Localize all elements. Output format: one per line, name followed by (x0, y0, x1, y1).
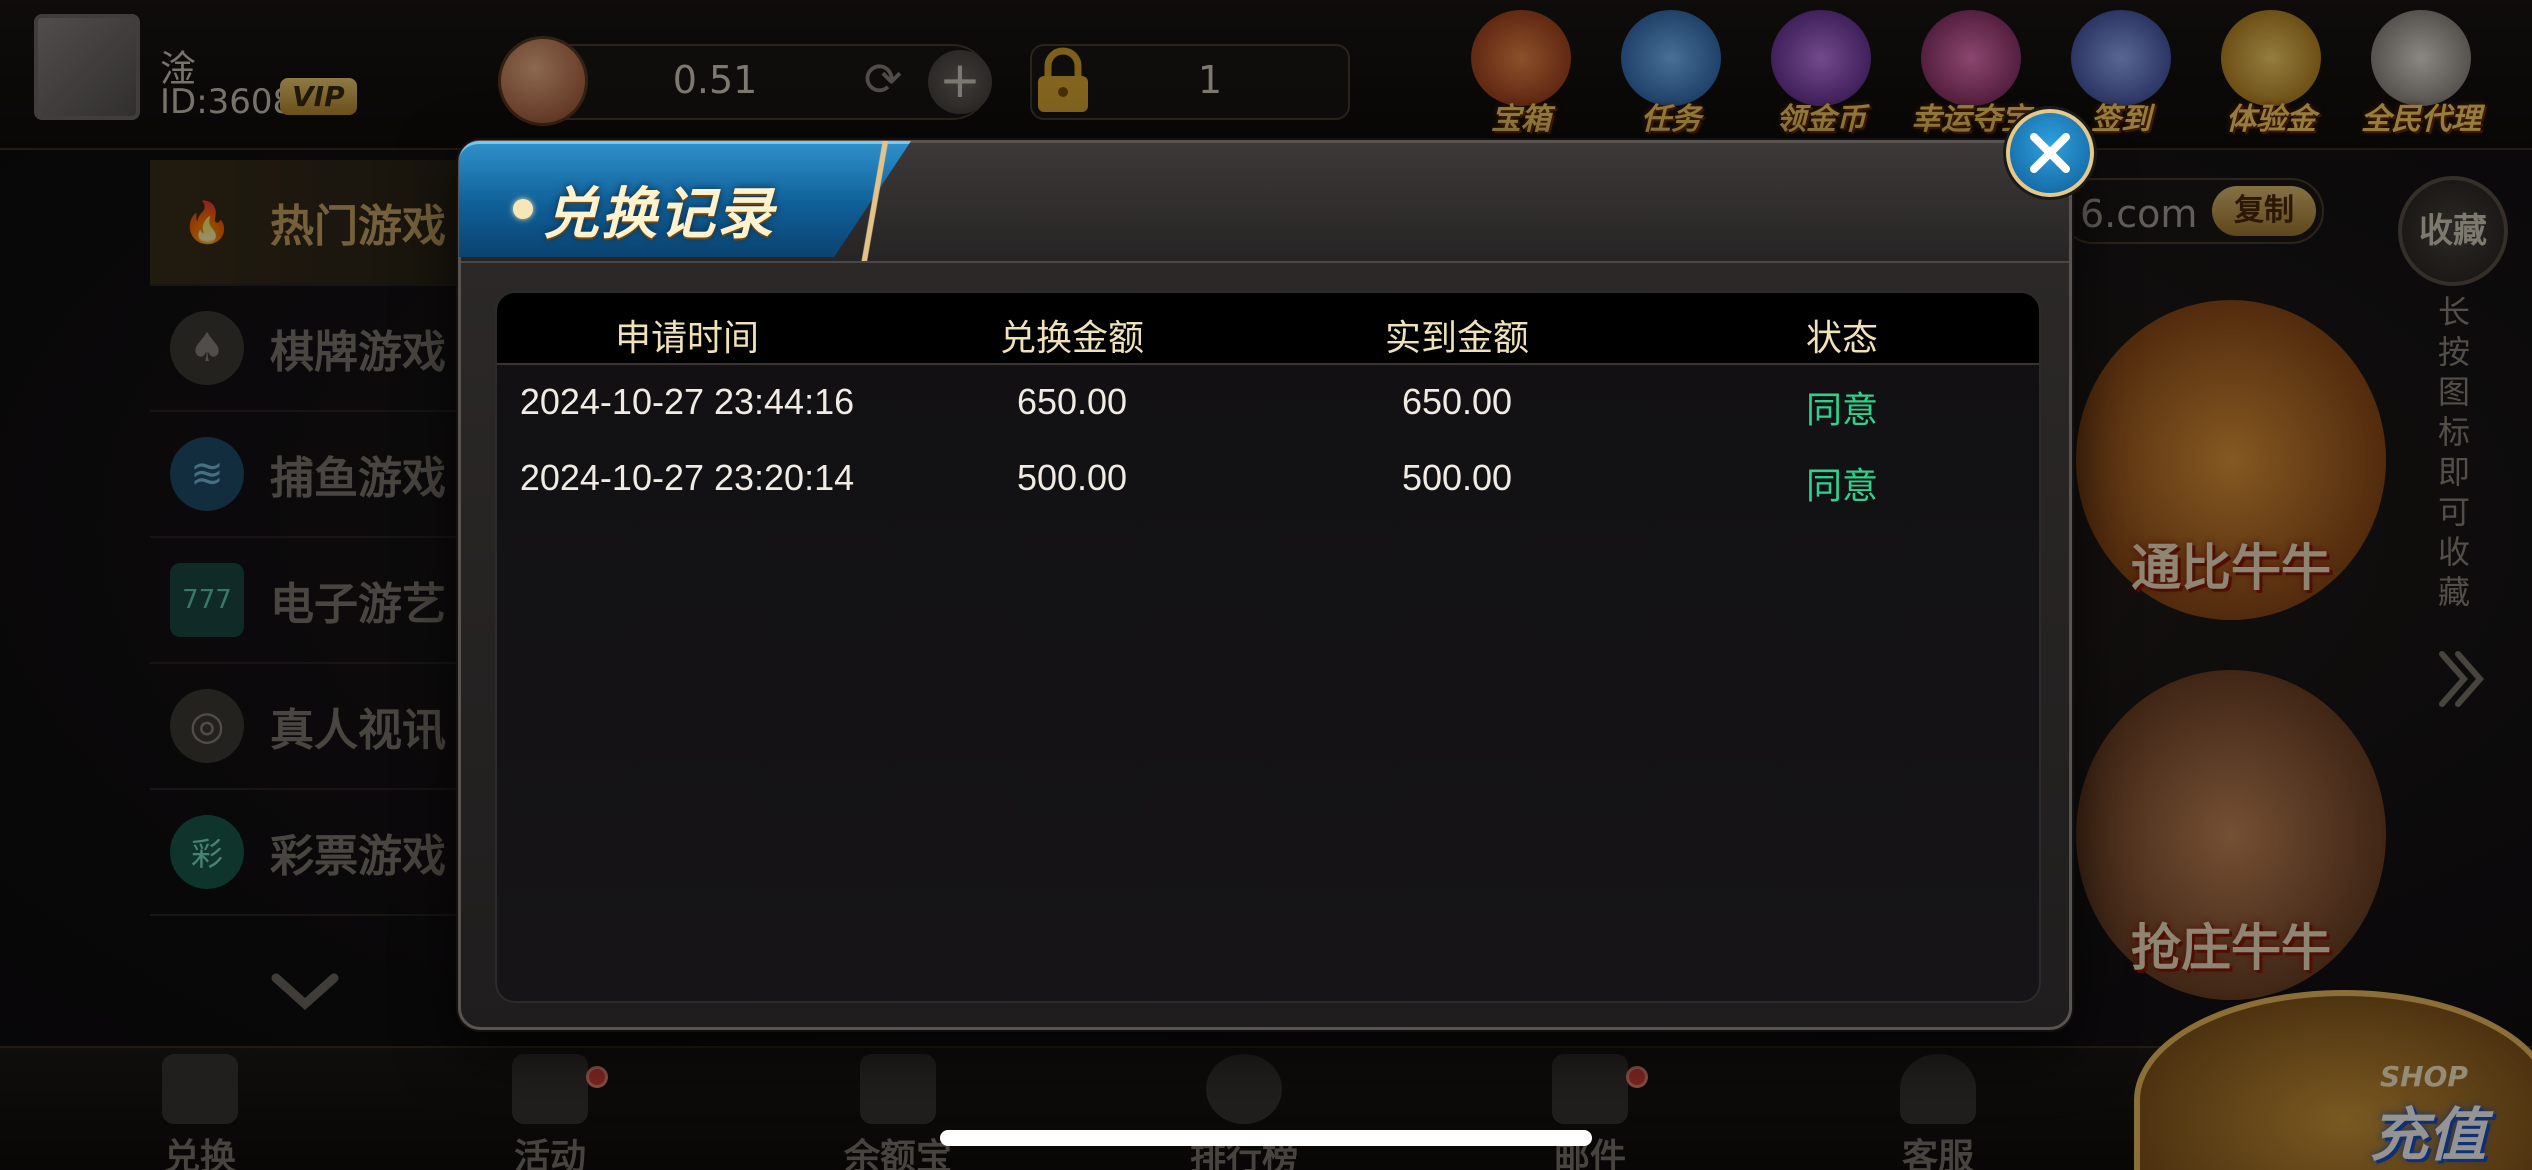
exchange-record-table: 申请时间 兑换金额 实到金额 状态 2024-10-27 23:44:16 65… (495, 291, 2041, 1003)
title-tab-edge (831, 141, 921, 261)
exchange-record-modal: 兑换记录 申请时间 兑换金额 实到金额 状态 2024-10-27 23:44:… (458, 109, 2094, 1030)
column-header-status: 状态 (1805, 317, 1878, 358)
table-row: 2024-10-27 23:44:16 650.00 650.00 同意 (497, 367, 2039, 443)
close-icon (2030, 133, 2070, 173)
column-header-apply-time: 申请时间 (614, 317, 759, 358)
home-indicator[interactable] (940, 1130, 1592, 1146)
cell-received-amount: 650.00 (1401, 381, 1513, 422)
column-header-exchange-amount: 兑换金额 (999, 317, 1144, 358)
cell-status: 同意 (1805, 389, 1878, 430)
table-header: 申请时间 兑换金额 实到金额 状态 (497, 293, 2039, 365)
cell-exchange-amount: 650.00 (1016, 381, 1128, 422)
title-dot-icon (513, 199, 533, 219)
cell-received-amount: 500.00 (1401, 457, 1513, 498)
cell-apply-time: 2024-10-27 23:44:16 (519, 381, 855, 422)
cell-exchange-amount: 500.00 (1016, 457, 1128, 498)
cell-apply-time: 2024-10-27 23:20:14 (519, 457, 855, 498)
column-header-received-amount: 实到金额 (1384, 317, 1529, 358)
cell-status: 同意 (1805, 465, 1878, 506)
modal-title: 兑换记录 (543, 182, 775, 247)
close-button[interactable] (2006, 109, 2094, 197)
table-row: 2024-10-27 23:20:14 500.00 500.00 同意 (497, 443, 2039, 519)
